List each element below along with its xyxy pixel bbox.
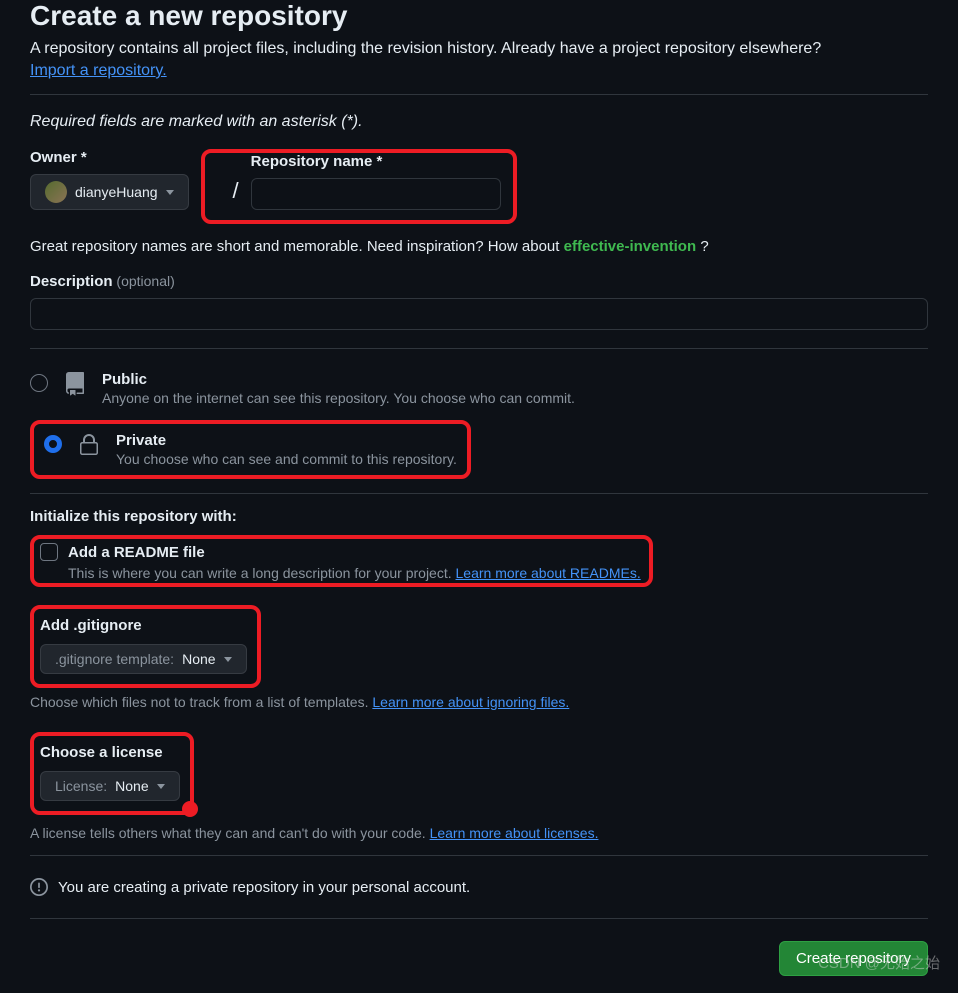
info-icon <box>30 878 48 896</box>
repo-name-input[interactable] <box>251 178 501 210</box>
gitignore-prefix: .gitignore template: <box>55 651 174 667</box>
gitignore-heading: Add .gitignore <box>40 617 247 634</box>
name-hint: Great repository names are short and mem… <box>30 238 928 255</box>
license-desc: A license tells others what they can and… <box>30 825 430 841</box>
visibility-private-row[interactable]: Private You choose who can see and commi… <box>44 430 457 469</box>
chevron-down-icon <box>224 657 232 662</box>
divider <box>30 493 928 494</box>
highlight-private: Private You choose who can see and commi… <box>30 420 471 479</box>
required-fields-note: Required fields are marked with an aster… <box>30 113 928 131</box>
divider <box>30 94 928 95</box>
visibility-public-row[interactable]: Public Anyone on the internet can see th… <box>30 363 928 420</box>
gitignore-dropdown[interactable]: .gitignore template: None <box>40 644 247 674</box>
divider <box>30 855 928 856</box>
gitignore-desc: Choose which files not to track from a l… <box>30 694 372 710</box>
readme-learn-more-link[interactable]: Learn more about READMEs. <box>456 565 641 581</box>
description-label: Description <box>30 273 113 290</box>
repo-icon <box>62 371 88 396</box>
gitignore-value: None <box>182 651 215 667</box>
owner-value: dianyeHuang <box>75 184 158 200</box>
readme-desc: This is where you can write a long descr… <box>68 565 456 581</box>
suggested-name[interactable]: effective-invention <box>564 238 697 255</box>
highlight-readme: Add a README file This is where you can … <box>30 535 653 587</box>
info-banner: You are creating a private repository in… <box>30 870 928 904</box>
slash-separator: / <box>233 178 239 204</box>
chevron-down-icon <box>157 784 165 789</box>
private-title: Private <box>116 432 457 449</box>
description-optional: (optional) <box>116 273 174 289</box>
page-title: Create a new repository <box>30 0 928 32</box>
public-desc: Anyone on the internet can see this repo… <box>102 390 575 406</box>
license-heading: Choose a license <box>40 744 180 761</box>
highlight-gitignore: Add .gitignore .gitignore template: None <box>30 605 261 688</box>
divider <box>30 348 928 349</box>
license-dropdown[interactable]: License: None <box>40 771 180 801</box>
create-repository-button[interactable]: Create repository <box>779 941 928 976</box>
license-prefix: License: <box>55 778 107 794</box>
chevron-down-icon <box>166 190 174 195</box>
divider <box>30 918 928 919</box>
private-desc: You choose who can see and commit to thi… <box>116 451 457 467</box>
highlight-repo-name: / Repository name * <box>201 149 517 224</box>
gitignore-learn-more-link[interactable]: Learn more about ignoring files. <box>372 694 569 710</box>
page-subtitle: A repository contains all project files,… <box>30 40 928 58</box>
owner-label: Owner * <box>30 149 189 166</box>
repo-name-label: Repository name * <box>251 153 501 170</box>
license-learn-more-link[interactable]: Learn more about licenses. <box>430 825 599 841</box>
license-value: None <box>115 778 148 794</box>
description-input[interactable] <box>30 298 928 330</box>
radio-public[interactable] <box>30 374 48 392</box>
lock-icon <box>76 432 102 457</box>
radio-private[interactable] <box>44 435 62 453</box>
public-title: Public <box>102 371 575 388</box>
avatar <box>45 181 67 203</box>
highlight-license: Choose a license License: None <box>30 732 194 815</box>
readme-label: Add a README file <box>68 544 205 561</box>
owner-dropdown[interactable]: dianyeHuang <box>30 174 189 210</box>
readme-checkbox[interactable] <box>40 543 58 561</box>
highlight-connector <box>182 801 198 817</box>
initialize-heading: Initialize this repository with: <box>30 508 928 525</box>
info-text: You are creating a private repository in… <box>58 879 470 896</box>
import-repository-link[interactable]: Import a repository. <box>30 62 167 79</box>
